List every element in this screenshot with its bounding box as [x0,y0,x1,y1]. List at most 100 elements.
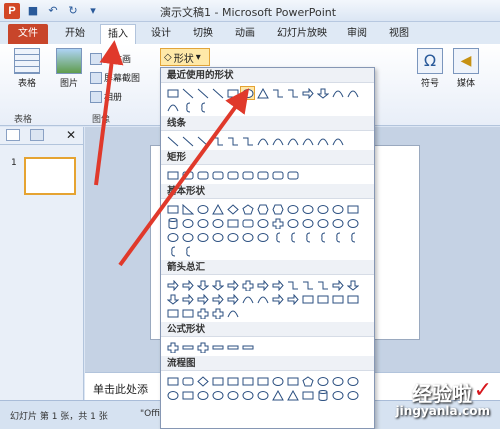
lines-curve-shape[interactable] [315,134,330,148]
lines-curve-shape[interactable] [285,134,300,148]
basic-rect-shape[interactable] [165,202,180,216]
recent-elbow-shape[interactable] [270,86,285,100]
flow-oval-shape[interactable] [195,388,210,402]
arrow-rect-shape[interactable] [345,292,360,306]
basic-hex-shape[interactable] [255,202,270,216]
arrow-elbow-shape[interactable] [285,278,300,292]
arrow-arrowR-shape[interactable] [270,278,285,292]
basic-oval-shape[interactable] [210,230,225,244]
basic-hex-shape[interactable] [270,202,285,216]
arrow-arrowR-shape[interactable] [165,278,180,292]
basic-oval-shape[interactable] [240,230,255,244]
slides-tab[interactable] [6,129,20,141]
basic-oval-shape[interactable] [300,202,315,216]
arrow-arrowR-shape[interactable] [225,278,240,292]
flow-oval-shape[interactable] [240,388,255,402]
tab-review[interactable]: 审阅 [340,24,374,44]
arrow-arrowR-shape[interactable] [225,292,240,306]
tab-transitions[interactable]: 切换 [186,24,220,44]
close-icon[interactable]: ✕ [66,128,76,142]
recent-rect-shape[interactable] [225,86,240,100]
lines-line-shape[interactable] [195,134,210,148]
basic-diamond-shape[interactable] [225,202,240,216]
recent-arrowD-shape[interactable] [315,86,330,100]
eq-minus-shape[interactable] [240,340,255,354]
arrow-curve-shape[interactable] [240,292,255,306]
basic-oval-shape[interactable] [180,216,195,230]
basic-oval-shape[interactable] [285,216,300,230]
rect-rrect-shape[interactable] [270,168,285,182]
flow-pent-shape[interactable] [300,374,315,388]
rect-rrect-shape[interactable] [240,168,255,182]
arrow-curve-shape[interactable] [225,306,240,320]
flow-rect-shape[interactable] [255,374,270,388]
flow-oval-shape[interactable] [330,388,345,402]
arrow-plus-shape[interactable] [195,306,210,320]
lines-line-shape[interactable] [165,134,180,148]
clipart-button[interactable]: 剪贴画 [90,52,131,65]
recent-curve-shape[interactable] [165,100,180,114]
flow-rect-shape[interactable] [285,374,300,388]
arrow-plus-shape[interactable] [240,278,255,292]
recent-elbow-shape[interactable] [285,86,300,100]
basic-oval-shape[interactable] [195,230,210,244]
flow-oval-shape[interactable] [255,388,270,402]
flow-oval-shape[interactable] [210,388,225,402]
rect-rrect-shape[interactable] [195,168,210,182]
tab-view[interactable]: 视图 [382,24,416,44]
basic-oval-shape[interactable] [315,202,330,216]
recent-curve-shape[interactable] [345,86,360,100]
lines-curve-shape[interactable] [255,134,270,148]
lines-line-shape[interactable] [180,134,195,148]
arrow-curve-shape[interactable] [255,292,270,306]
undo-icon[interactable]: ↶ [46,4,60,18]
flow-oval-shape[interactable] [225,388,240,402]
flow-rect-shape[interactable] [225,374,240,388]
eq-plus-shape[interactable] [165,340,180,354]
arrow-arrowD-shape[interactable] [195,278,210,292]
symbol-button[interactable]: Ω 符号 [416,48,444,89]
picture-button[interactable]: 图片 [52,48,86,89]
lines-curve-shape[interactable] [270,134,285,148]
basic-oval-shape[interactable] [195,202,210,216]
flow-rect-shape[interactable] [210,374,225,388]
flow-rect-shape[interactable] [165,374,180,388]
basic-oval-shape[interactable] [165,230,180,244]
flow-diamond-shape[interactable] [195,374,210,388]
flow-tri-shape[interactable] [270,388,285,402]
arrow-rect-shape[interactable] [180,306,195,320]
tab-design[interactable]: 设计 [144,24,178,44]
basic-oval-shape[interactable] [180,230,195,244]
basic-rect-shape[interactable] [345,202,360,216]
basic-oval-shape[interactable] [285,202,300,216]
tab-animations[interactable]: 动画 [228,24,262,44]
recent-brace-shape[interactable] [195,100,210,114]
slide-thumbnail[interactable] [24,157,76,195]
lines-curve-shape[interactable] [300,134,315,148]
basic-brace-shape[interactable] [315,230,330,244]
basic-oval-shape[interactable] [210,216,225,230]
table-button[interactable]: 表格 [10,48,44,89]
arrow-rect-shape[interactable] [315,292,330,306]
flow-tri-shape[interactable] [285,388,300,402]
basic-rrect-shape[interactable] [240,216,255,230]
recent-tri-shape[interactable] [255,86,270,100]
recent-line-shape[interactable] [195,86,210,100]
basic-oval-shape[interactable] [330,216,345,230]
basic-oval-shape[interactable] [195,216,210,230]
basic-brace-shape[interactable] [330,230,345,244]
flow-oval-shape[interactable] [315,374,330,388]
lines-elbow-shape[interactable] [240,134,255,148]
lines-curve-shape[interactable] [330,134,345,148]
rect-rrect-shape[interactable] [285,168,300,182]
flow-oval-shape[interactable] [270,374,285,388]
flow-oval-shape[interactable] [330,374,345,388]
basic-oval-shape[interactable] [300,216,315,230]
powerpoint-icon[interactable]: P [4,3,20,19]
arrow-arrowR-shape[interactable] [180,278,195,292]
rect-rrect-shape[interactable] [225,168,240,182]
eq-minus-shape[interactable] [210,340,225,354]
flow-rrect-shape[interactable] [180,374,195,388]
basic-plus-shape[interactable] [270,216,285,230]
recent-curve-shape[interactable] [330,86,345,100]
